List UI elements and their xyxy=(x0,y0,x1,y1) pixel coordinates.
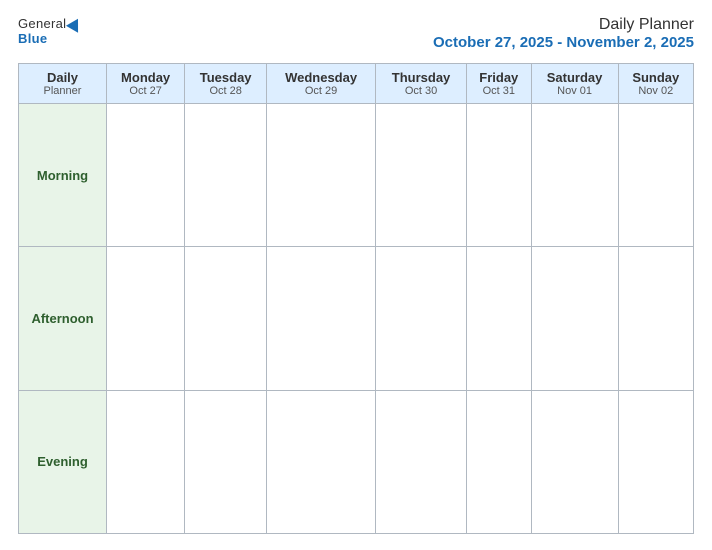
cell-morning-tuesday[interactable] xyxy=(185,104,267,247)
header-label-line1: Daily xyxy=(23,70,102,85)
header-wednesday-sub: Oct 29 xyxy=(271,85,371,97)
cell-evening-tuesday[interactable] xyxy=(185,390,267,533)
header-wednesday: Wednesday Oct 29 xyxy=(267,64,376,104)
logo-row: General xyxy=(18,16,82,31)
planner-table: Daily Planner Monday Oct 27 Tuesday Oct … xyxy=(18,63,694,534)
logo-area: General Blue xyxy=(18,16,82,46)
header-saturday-name: Saturday xyxy=(536,70,614,85)
header-saturday-sub: Nov 01 xyxy=(536,85,614,97)
cell-evening-monday[interactable] xyxy=(107,390,185,533)
cell-evening-friday[interactable] xyxy=(466,390,531,533)
header-saturday: Saturday Nov 01 xyxy=(531,64,618,104)
header-label-cell: Daily Planner xyxy=(19,64,107,104)
header-wednesday-name: Wednesday xyxy=(271,70,371,85)
table-row-afternoon: Afternoon xyxy=(19,247,694,390)
cell-morning-friday[interactable] xyxy=(466,104,531,247)
row-label-morning-text: Morning xyxy=(37,168,88,183)
header-friday: Friday Oct 31 xyxy=(466,64,531,104)
cell-morning-saturday[interactable] xyxy=(531,104,618,247)
header: General Blue Daily Planner October 27, 2… xyxy=(18,16,694,51)
row-label-afternoon: Afternoon xyxy=(19,247,107,390)
logo-triangle-icon xyxy=(66,15,84,32)
cell-morning-sunday[interactable] xyxy=(618,104,693,247)
header-sunday-name: Sunday xyxy=(623,70,689,85)
cell-afternoon-friday[interactable] xyxy=(466,247,531,390)
title-area: Daily Planner October 27, 2025 - Novembe… xyxy=(433,16,694,51)
row-label-morning: Morning xyxy=(19,104,107,247)
row-label-afternoon-text: Afternoon xyxy=(31,311,93,326)
table-row-evening: Evening xyxy=(19,390,694,533)
row-label-evening-text: Evening xyxy=(37,454,88,469)
cell-afternoon-tuesday[interactable] xyxy=(185,247,267,390)
logo-general-text: General xyxy=(18,16,66,31)
cell-evening-thursday[interactable] xyxy=(376,390,467,533)
header-tuesday-name: Tuesday xyxy=(189,70,262,85)
header-thursday: Thursday Oct 30 xyxy=(376,64,467,104)
logo-blue-text: Blue xyxy=(18,31,47,46)
cell-afternoon-wednesday[interactable] xyxy=(267,247,376,390)
header-friday-sub: Oct 31 xyxy=(471,85,527,97)
header-friday-name: Friday xyxy=(471,70,527,85)
cell-morning-monday[interactable] xyxy=(107,104,185,247)
header-monday-name: Monday xyxy=(111,70,180,85)
cell-afternoon-thursday[interactable] xyxy=(376,247,467,390)
planner-date-range: October 27, 2025 - November 2, 2025 xyxy=(433,34,694,51)
header-monday: Monday Oct 27 xyxy=(107,64,185,104)
header-monday-sub: Oct 27 xyxy=(111,85,180,97)
table-row-morning: Morning xyxy=(19,104,694,247)
row-label-evening: Evening xyxy=(19,390,107,533)
cell-evening-wednesday[interactable] xyxy=(267,390,376,533)
header-thursday-sub: Oct 30 xyxy=(380,85,462,97)
header-sunday-sub: Nov 02 xyxy=(623,85,689,97)
planner-title: Daily Planner xyxy=(433,16,694,34)
cell-afternoon-sunday[interactable] xyxy=(618,247,693,390)
cell-evening-sunday[interactable] xyxy=(618,390,693,533)
table-header-row: Daily Planner Monday Oct 27 Tuesday Oct … xyxy=(19,64,694,104)
cell-afternoon-monday[interactable] xyxy=(107,247,185,390)
page: General Blue Daily Planner October 27, 2… xyxy=(0,0,712,550)
header-tuesday-sub: Oct 28 xyxy=(189,85,262,97)
cell-morning-wednesday[interactable] xyxy=(267,104,376,247)
header-tuesday: Tuesday Oct 28 xyxy=(185,64,267,104)
header-label-line2: Planner xyxy=(23,85,102,97)
header-thursday-name: Thursday xyxy=(380,70,462,85)
cell-morning-thursday[interactable] xyxy=(376,104,467,247)
cell-evening-saturday[interactable] xyxy=(531,390,618,533)
header-sunday: Sunday Nov 02 xyxy=(618,64,693,104)
cell-afternoon-saturday[interactable] xyxy=(531,247,618,390)
